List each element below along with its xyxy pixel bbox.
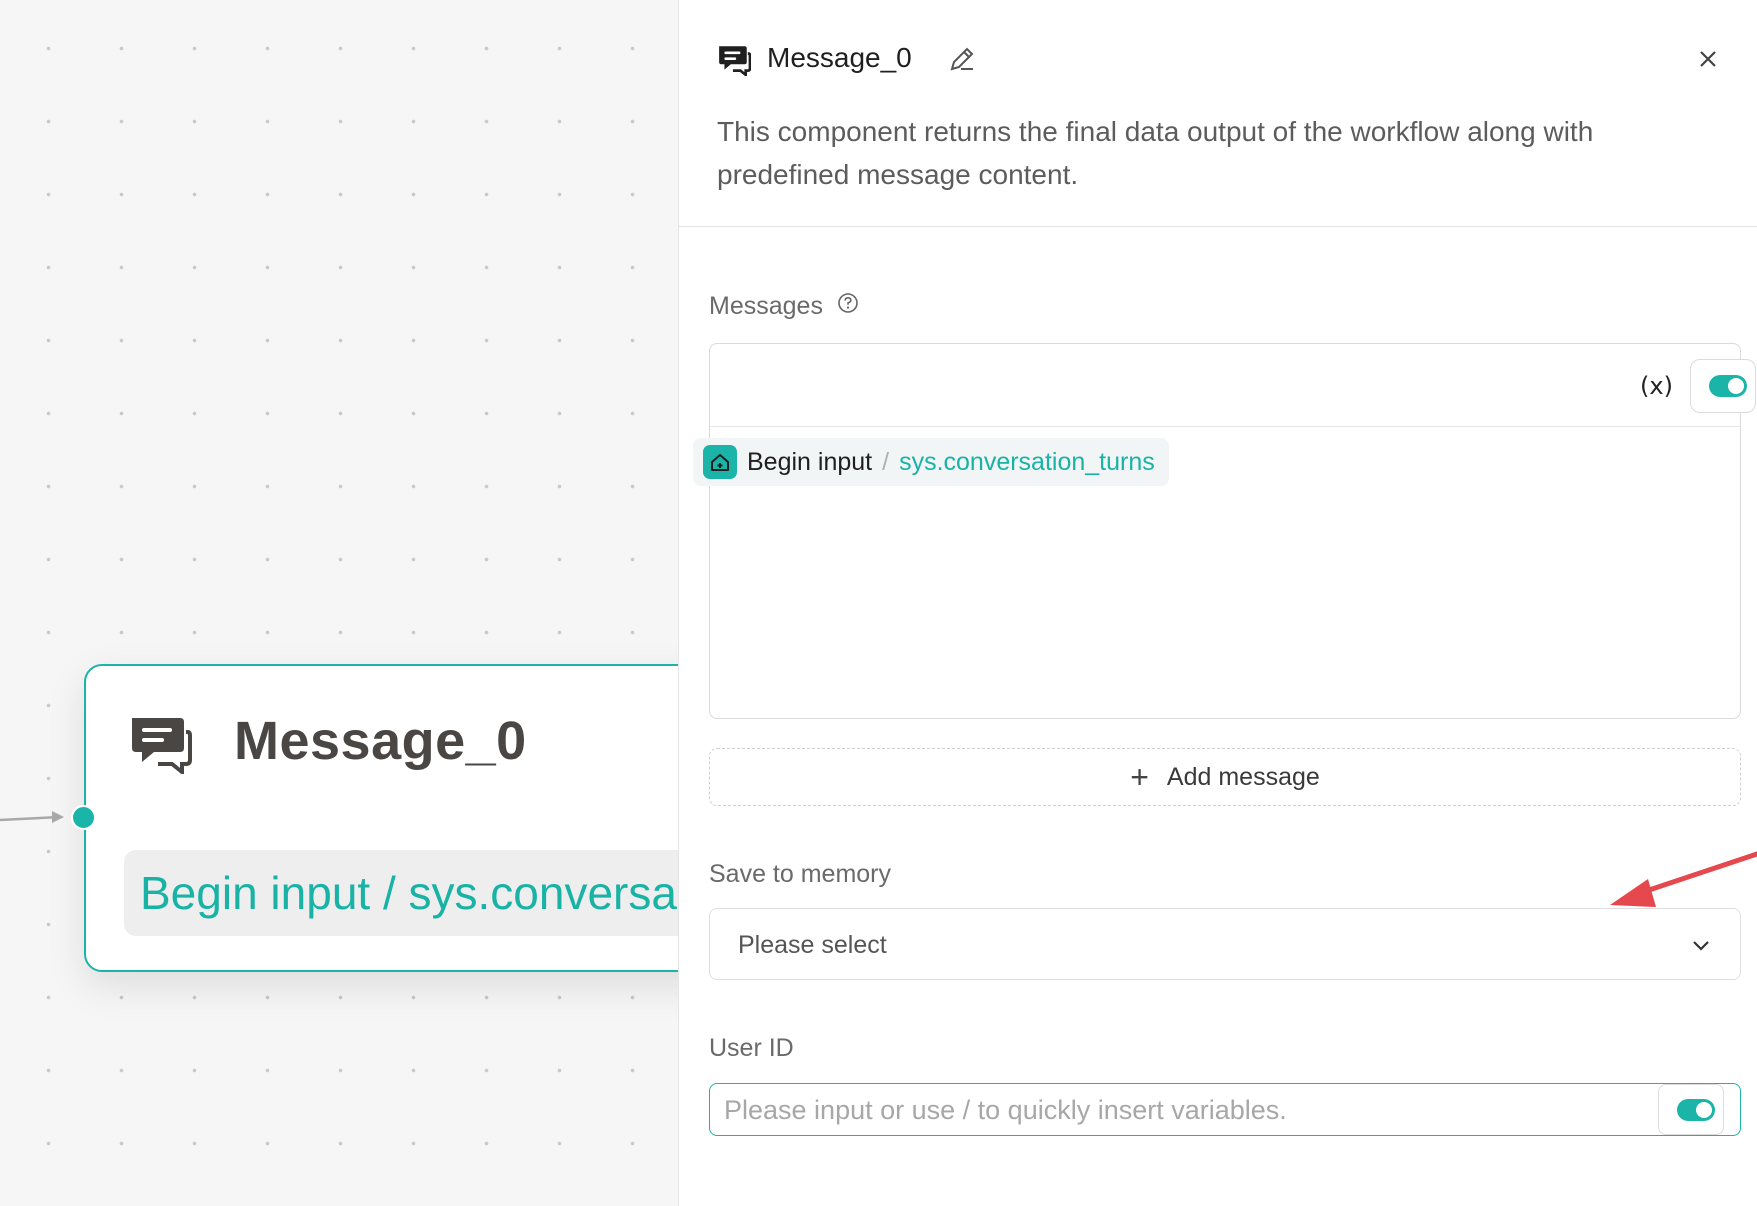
save-to-memory-select[interactable]: Please select xyxy=(709,908,1741,980)
edit-icon[interactable] xyxy=(947,44,977,74)
home-icon xyxy=(703,445,737,479)
message-icon xyxy=(719,46,751,76)
chip-separator: / xyxy=(882,447,890,476)
save-to-memory-label: Save to memory xyxy=(709,860,892,888)
message-node[interactable]: Message_0 Begin input / sys.conversa xyxy=(84,664,744,972)
message-editor[interactable]: (x) xyxy=(709,343,1756,719)
select-placeholder: Please select xyxy=(738,931,887,959)
message-toolbar: (x) xyxy=(710,344,1756,427)
plus-icon: + xyxy=(1130,759,1149,795)
user-id-input[interactable] xyxy=(724,1092,1624,1128)
user-id-label: User ID xyxy=(709,1034,794,1062)
chevron-down-icon xyxy=(1693,941,1709,951)
toggle-switch[interactable] xyxy=(1677,1099,1715,1121)
chip-variable: sys.conversation_turns xyxy=(899,447,1155,476)
config-panel: Message_0 This component returns the fin… xyxy=(678,0,1757,1206)
annotation-arrow xyxy=(1610,851,1757,907)
panel-title: Message_0 xyxy=(767,42,912,73)
message-icon xyxy=(132,718,192,774)
message-toggle-button[interactable] xyxy=(1690,359,1756,413)
user-id-toggle-button[interactable] xyxy=(1658,1084,1724,1135)
user-id-field[interactable] xyxy=(709,1083,1741,1136)
help-icon[interactable] xyxy=(837,292,859,314)
node-input-handle[interactable] xyxy=(71,805,96,830)
messages-label: Messages xyxy=(709,292,823,320)
panel-description: This component returns the final data ou… xyxy=(717,116,1594,190)
variable-chip[interactable]: Begin input / sys.conversation_turns xyxy=(693,438,1169,486)
close-icon[interactable] xyxy=(1695,46,1721,72)
node-variable-chip: Begin input / sys.conversa xyxy=(124,850,744,936)
chip-source: Begin input xyxy=(747,447,873,476)
toggle-switch[interactable] xyxy=(1709,375,1747,397)
add-message-label: Add message xyxy=(1166,762,1320,791)
variable-icon[interactable]: (x) xyxy=(1640,372,1673,400)
node-title: Message_0 xyxy=(234,711,527,771)
add-message-button[interactable]: + Add message xyxy=(709,748,1741,806)
panel-header: Message_0 This component returns the fin… xyxy=(679,0,1757,227)
